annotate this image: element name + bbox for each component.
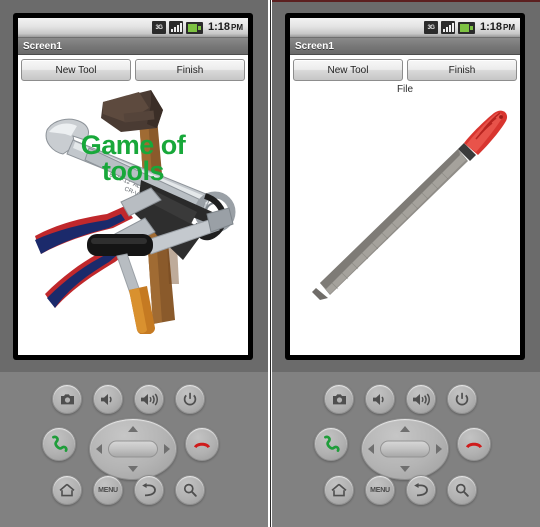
new-tool-button[interactable]: New Tool bbox=[21, 59, 131, 81]
camera-icon bbox=[332, 393, 346, 404]
button-row-right: New Tool Finish bbox=[290, 55, 520, 81]
metal-file-photo bbox=[297, 95, 513, 340]
status-time-value: 1:18 bbox=[479, 21, 502, 33]
end-call-icon bbox=[194, 442, 210, 448]
end-call-button[interactable] bbox=[457, 427, 491, 461]
status-time-ampm: PM bbox=[231, 23, 243, 32]
panel-divider bbox=[270, 0, 271, 527]
emulator-pair: 3G 1:18PM Screen1 New Tool Finish 8L72-1… bbox=[0, 0, 540, 527]
device-screen-left: 3G 1:18PM Screen1 New Tool Finish 8L72-1… bbox=[18, 18, 248, 355]
status-time-left: 1:18PM bbox=[208, 22, 243, 33]
volume-down-icon bbox=[101, 393, 112, 405]
end-call-icon bbox=[466, 442, 482, 448]
search-icon bbox=[183, 483, 197, 497]
dpad-center-button[interactable] bbox=[108, 440, 158, 458]
dpad[interactable] bbox=[89, 418, 177, 480]
home-icon bbox=[331, 483, 347, 497]
dpad-up-icon[interactable] bbox=[400, 426, 410, 432]
tool-image-left: 8L72-12" ALLEN CR-VO 21mm PREMIUM bbox=[18, 84, 248, 334]
call-icon bbox=[324, 435, 340, 452]
dpad-right-icon[interactable] bbox=[164, 444, 170, 454]
power-icon bbox=[183, 392, 197, 406]
app-title-right: Screen1 bbox=[295, 40, 334, 52]
battery-icon bbox=[185, 21, 203, 34]
volume-down-button[interactable] bbox=[365, 384, 395, 414]
status-icons-right: 3G bbox=[423, 21, 475, 34]
volume-up-icon bbox=[141, 393, 158, 405]
status-bar-left: 3G 1:18PM bbox=[18, 18, 248, 38]
status-time-right: 1:18PM bbox=[480, 22, 515, 33]
signal-strength-icon bbox=[168, 21, 183, 34]
back-button[interactable] bbox=[406, 475, 436, 505]
emulator-right: 3G 1:18PM Screen1 New Tool Finish File M… bbox=[272, 0, 540, 527]
back-arrow-icon bbox=[414, 483, 428, 497]
assorted-hand-tools-photo: 8L72-12" ALLEN CR-VO 21mm PREMIUM bbox=[29, 84, 237, 334]
finish-button[interactable]: Finish bbox=[407, 59, 517, 81]
power-icon bbox=[455, 392, 469, 406]
dpad-left-icon[interactable] bbox=[368, 444, 374, 454]
top-accent-line-right bbox=[272, 0, 540, 2]
app-title-bar-left: Screen1 bbox=[18, 38, 248, 55]
search-icon bbox=[455, 483, 469, 497]
app-title-left: Screen1 bbox=[23, 40, 62, 52]
battery-icon bbox=[457, 21, 475, 34]
volume-up-button[interactable] bbox=[406, 384, 436, 414]
dpad[interactable] bbox=[361, 418, 449, 480]
volume-down-icon bbox=[373, 393, 384, 405]
hardware-keys-left: MENU bbox=[0, 372, 268, 527]
call-button[interactable] bbox=[42, 427, 76, 461]
3g-icon: 3G bbox=[151, 21, 166, 34]
volume-up-icon bbox=[413, 393, 430, 405]
back-button[interactable] bbox=[134, 475, 164, 505]
device-screen-right: 3G 1:18PM Screen1 New Tool Finish File bbox=[290, 18, 520, 355]
status-time-ampm: PM bbox=[503, 23, 515, 32]
camera-button[interactable] bbox=[52, 384, 82, 414]
dpad-right-icon[interactable] bbox=[436, 444, 442, 454]
search-button[interactable] bbox=[447, 475, 477, 505]
tool-caption-right: File bbox=[396, 84, 414, 95]
home-icon bbox=[59, 483, 75, 497]
button-row-left: New Tool Finish bbox=[18, 55, 248, 81]
end-call-button[interactable] bbox=[185, 427, 219, 461]
screen-bezel-left: 3G 1:18PM Screen1 New Tool Finish 8L72-1… bbox=[14, 14, 252, 359]
power-button[interactable] bbox=[175, 384, 205, 414]
camera-button[interactable] bbox=[324, 384, 354, 414]
menu-button[interactable]: MENU bbox=[365, 475, 395, 505]
power-button[interactable] bbox=[447, 384, 477, 414]
dpad-down-icon[interactable] bbox=[128, 466, 138, 472]
dpad-center-button[interactable] bbox=[380, 440, 430, 458]
emulator-left: 3G 1:18PM Screen1 New Tool Finish 8L72-1… bbox=[0, 0, 268, 527]
home-button[interactable] bbox=[52, 475, 82, 505]
call-icon bbox=[52, 435, 68, 452]
3g-icon: 3G bbox=[423, 21, 438, 34]
dpad-up-icon[interactable] bbox=[128, 426, 138, 432]
dpad-left-icon[interactable] bbox=[96, 444, 102, 454]
hardware-keys-right: MENU bbox=[272, 372, 540, 527]
signal-strength-icon bbox=[440, 21, 455, 34]
menu-button-label: MENU bbox=[98, 486, 118, 494]
menu-button[interactable]: MENU bbox=[93, 475, 123, 505]
status-bar-right: 3G 1:18PM bbox=[290, 18, 520, 38]
status-time-value: 1:18 bbox=[207, 21, 230, 33]
tool-image-right bbox=[290, 95, 520, 340]
camera-icon bbox=[60, 393, 74, 404]
menu-button-label: MENU bbox=[370, 486, 390, 494]
screen-bezel-right: 3G 1:18PM Screen1 New Tool Finish File bbox=[286, 14, 524, 359]
volume-up-button[interactable] bbox=[134, 384, 164, 414]
dpad-down-icon[interactable] bbox=[400, 466, 410, 472]
app-title-bar-right: Screen1 bbox=[290, 38, 520, 55]
home-button[interactable] bbox=[324, 475, 354, 505]
finish-button[interactable]: Finish bbox=[135, 59, 245, 81]
new-tool-button[interactable]: New Tool bbox=[293, 59, 403, 81]
status-icons-left: 3G bbox=[151, 21, 203, 34]
search-button[interactable] bbox=[175, 475, 205, 505]
call-button[interactable] bbox=[314, 427, 348, 461]
volume-down-button[interactable] bbox=[93, 384, 123, 414]
back-arrow-icon bbox=[142, 483, 156, 497]
